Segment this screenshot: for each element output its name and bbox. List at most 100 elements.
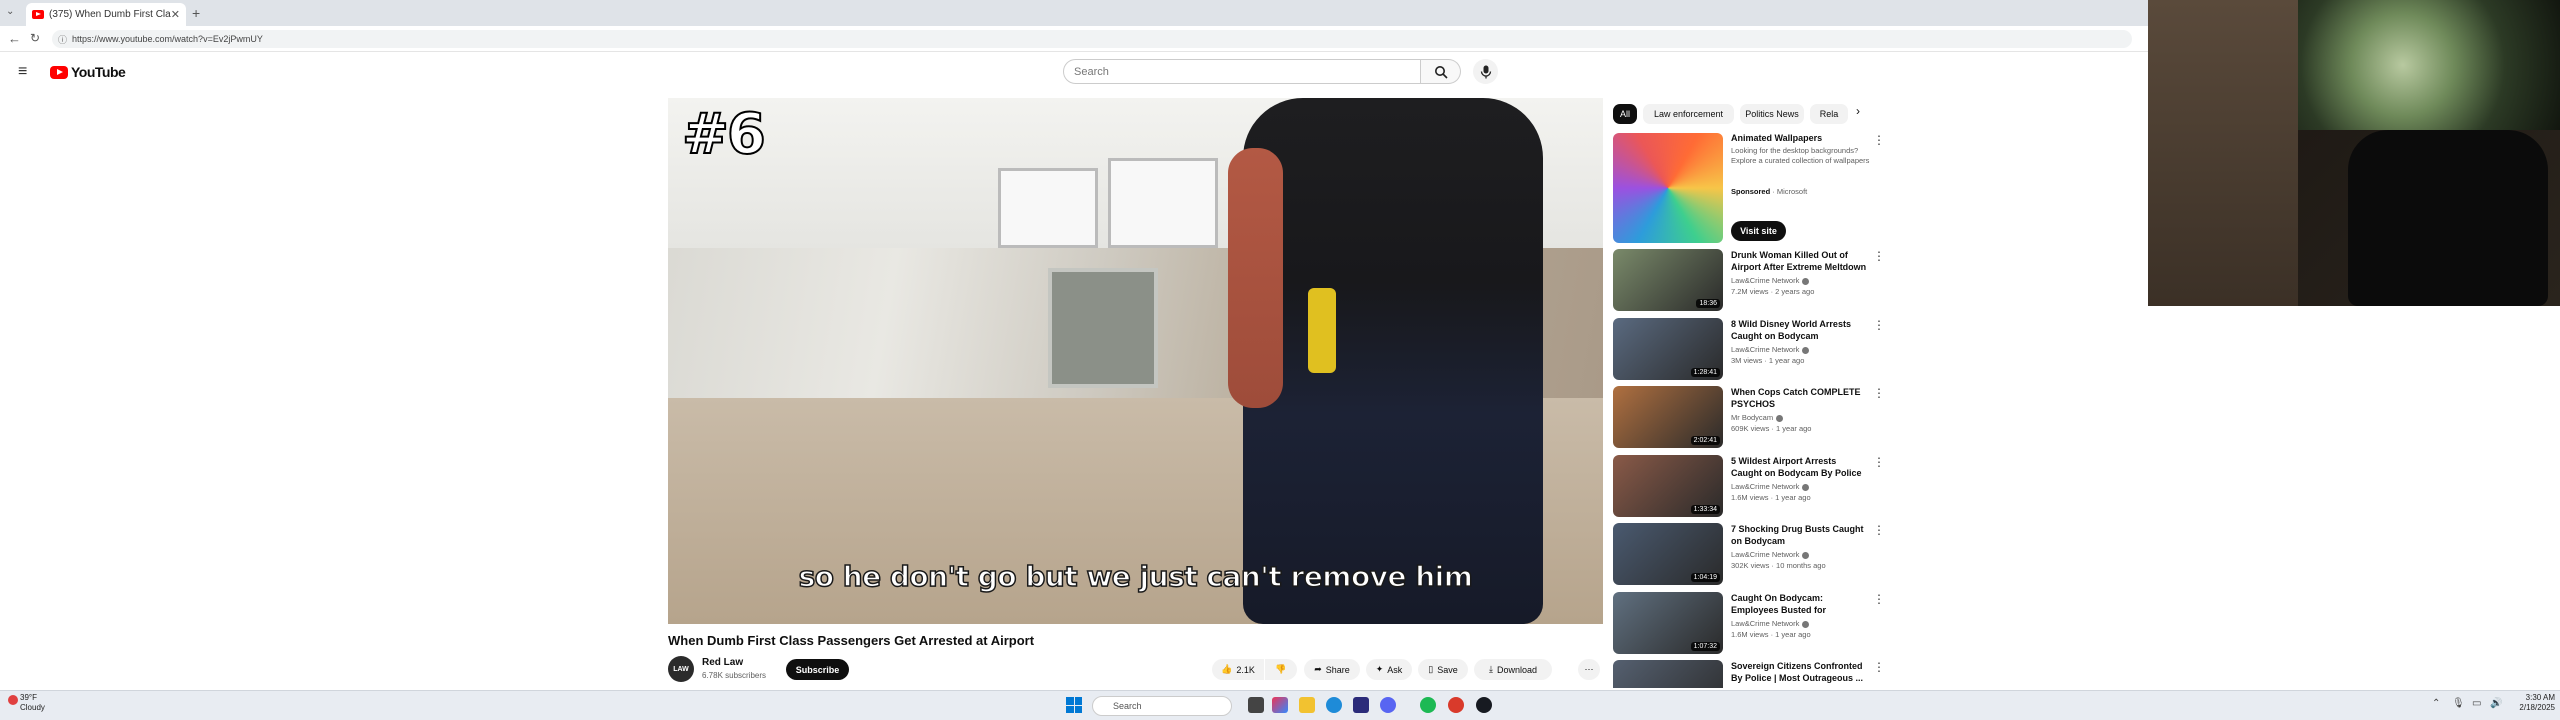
list-item[interactable]: 2:02:41 When Cops Catch COMPLETE PSYCHOS… [1613, 386, 1885, 448]
subscriber-count: 6.78K subscribers [702, 671, 767, 680]
tab-title: (375) When Dumb First Class [49, 9, 171, 20]
video-thumbnail[interactable]: 1:28:41 [1613, 318, 1723, 380]
store-icon[interactable] [1353, 697, 1369, 713]
network-icon[interactable]: ▭ [2472, 698, 2481, 709]
weather-widget[interactable]: 39°F Cloudy [20, 693, 45, 713]
rec-channel[interactable]: Law&Crime Network [1731, 619, 1810, 628]
more-vertical-icon[interactable]: ⋮ [1873, 386, 1885, 400]
video-thumbnail[interactable]: 1:33:34 [1613, 455, 1723, 517]
volume-icon[interactable]: 🔊 [2490, 698, 2502, 709]
more-actions-button[interactable]: ⋯ [1578, 659, 1600, 680]
video-thumbnail[interactable]: 18:36 [1613, 249, 1723, 311]
chip-law-enforcement[interactable]: Law enforcement [1643, 104, 1734, 124]
steam-icon[interactable] [1476, 697, 1492, 713]
tab-list-chevron-icon[interactable]: ⌄ [6, 6, 14, 17]
download-button[interactable]: ⤓ Download [1474, 659, 1552, 680]
subscribe-button[interactable]: Subscribe [786, 659, 849, 680]
ask-button[interactable]: ✦ Ask [1366, 659, 1412, 680]
video-thumbnail[interactable] [1613, 660, 1723, 688]
verified-icon [1776, 414, 1784, 422]
verified-icon [1802, 346, 1810, 354]
chrome-browser-icon[interactable] [1448, 697, 1464, 713]
chip-politics-news[interactable]: Politics News [1740, 104, 1804, 124]
rec-title[interactable]: 7 Shocking Drug Busts Caught on Bodycam [1731, 523, 1869, 547]
rec-title[interactable]: Sovereign Citizens Confronted By Police … [1731, 660, 1869, 684]
rec-channel[interactable]: Law&Crime Network [1731, 345, 1810, 354]
list-item[interactable]: 18:36 Drunk Woman Killed Out of Airport … [1613, 249, 1885, 311]
list-item[interactable]: 1:33:34 5 Wildest Airport Arrests Caught… [1613, 455, 1885, 517]
ad-title[interactable]: Animated Wallpapers [1731, 133, 1822, 143]
chevron-right-icon[interactable]: › [1856, 104, 1860, 118]
spotify-icon[interactable] [1420, 697, 1436, 713]
browser-tab-active[interactable]: (375) When Dumb First Class ✕ [26, 3, 186, 26]
list-item[interactable]: 1:28:41 8 Wild Disney World Arrests Caug… [1613, 318, 1885, 380]
tray-overflow-chevron-icon[interactable]: ⌃ [2432, 698, 2440, 709]
dislike-button[interactable]: 👎 [1265, 659, 1297, 680]
rec-title[interactable]: Caught On Bodycam: Employees Busted for … [1731, 592, 1869, 616]
chip-all[interactable]: All [1613, 104, 1637, 124]
video-thumbnail[interactable]: 2:02:41 [1613, 386, 1723, 448]
rec-title[interactable]: 8 Wild Disney World Arrests Caught on Bo… [1731, 318, 1869, 342]
youtube-favicon-icon [32, 10, 44, 19]
rec-channel[interactable]: Law&Crime Network [1731, 482, 1810, 491]
more-vertical-icon[interactable]: ⋮ [1873, 592, 1885, 606]
search-input[interactable]: Search [1063, 59, 1421, 84]
guide-menu-icon[interactable]: ≡ [18, 63, 27, 81]
file-explorer-icon[interactable] [1299, 697, 1315, 713]
ask-label: Ask [1387, 664, 1403, 675]
copilot-icon[interactable] [1272, 697, 1288, 713]
rec-channel[interactable]: Law&Crime Network [1731, 550, 1810, 559]
chip-related[interactable]: Rela [1810, 104, 1848, 124]
more-vertical-icon[interactable]: ⋮ [1873, 660, 1883, 674]
more-vertical-icon[interactable]: ⋮ [1873, 455, 1885, 469]
more-vertical-icon[interactable]: ⋮ [1873, 318, 1885, 332]
url-input[interactable]: https://www.youtube.com/watch?v=Ev2jPwmU… [52, 30, 2132, 48]
ad-thumbnail[interactable] [1613, 133, 1723, 243]
like-button[interactable]: 👍 2.1K [1212, 659, 1264, 680]
back-arrow-icon[interactable]: ← [8, 31, 21, 46]
youtube-logo[interactable]: YouTube [50, 64, 126, 80]
list-item[interactable]: 1:04:19 7 Shocking Drug Busts Caught on … [1613, 523, 1885, 585]
voice-search-button[interactable] [1473, 59, 1498, 84]
rec-title[interactable]: Drunk Woman Killed Out of Airport After … [1731, 249, 1869, 273]
verified-icon [1802, 277, 1810, 285]
task-view-icon[interactable] [1248, 697, 1264, 713]
more-vertical-icon[interactable]: ⋮ [1873, 133, 1885, 147]
youtube-logo-text: YouTube [71, 64, 126, 80]
video-player[interactable]: #6 so he don't go but we just can't remo… [668, 98, 1603, 624]
rec-title[interactable]: When Cops Catch COMPLETE PSYCHOS [1731, 386, 1869, 410]
channel-avatar[interactable]: LAW [668, 656, 694, 682]
share-button[interactable]: ➦ Share [1304, 659, 1360, 680]
weather-icon[interactable] [8, 695, 18, 705]
rec-channel[interactable]: Mr Bodycam [1731, 413, 1784, 422]
windows-start-icon[interactable] [1066, 697, 1082, 713]
sponsored-ad[interactable]: Animated Wallpapers Looking for the desk… [1613, 133, 1885, 243]
list-item[interactable]: Sovereign Citizens Confronted By Police … [1613, 660, 1883, 688]
discord-icon[interactable] [1380, 697, 1396, 713]
rec-title[interactable]: 5 Wildest Airport Arrests Caught on Body… [1731, 455, 1869, 479]
new-tab-plus-icon[interactable]: + [192, 5, 200, 21]
taskbar-search-input[interactable]: Search [1092, 696, 1232, 716]
more-vertical-icon[interactable]: ⋮ [1873, 523, 1885, 537]
site-info-icon[interactable]: ⓘ [58, 33, 67, 46]
edge-browser-icon[interactable] [1326, 697, 1342, 713]
visit-site-button[interactable]: Visit site [1731, 221, 1786, 241]
rec-channel[interactable]: Law&Crime Network [1731, 276, 1810, 285]
thumbs-up-icon: 👍 [1221, 664, 1233, 674]
search-placeholder: Search [1074, 65, 1109, 78]
list-item[interactable]: 1:07:32 Caught On Bodycam: Employees Bus… [1613, 592, 1885, 654]
video-thumbnail[interactable]: 1:07:32 [1613, 592, 1723, 654]
channel-name[interactable]: Red Law [702, 657, 743, 668]
search-button[interactable] [1421, 59, 1461, 84]
tab-close-icon[interactable]: ✕ [171, 8, 180, 21]
system-clock[interactable]: 3:30 AM 2/18/2025 [2510, 693, 2555, 713]
microphone-tray-icon[interactable]: 🎙 [2452, 698, 2465, 709]
video-thumbnail[interactable]: 1:04:19 [1613, 523, 1723, 585]
verified-icon [1802, 483, 1810, 491]
duration-badge: 1:04:19 [1690, 573, 1720, 582]
more-vertical-icon[interactable]: ⋮ [1873, 249, 1885, 263]
webcam-gaming-chair [2348, 130, 2548, 306]
save-button[interactable]: ▯ Save [1418, 659, 1468, 680]
rec-channel-name: Law&Crime Network [1731, 345, 1800, 354]
reload-icon[interactable]: ↻ [30, 31, 40, 45]
